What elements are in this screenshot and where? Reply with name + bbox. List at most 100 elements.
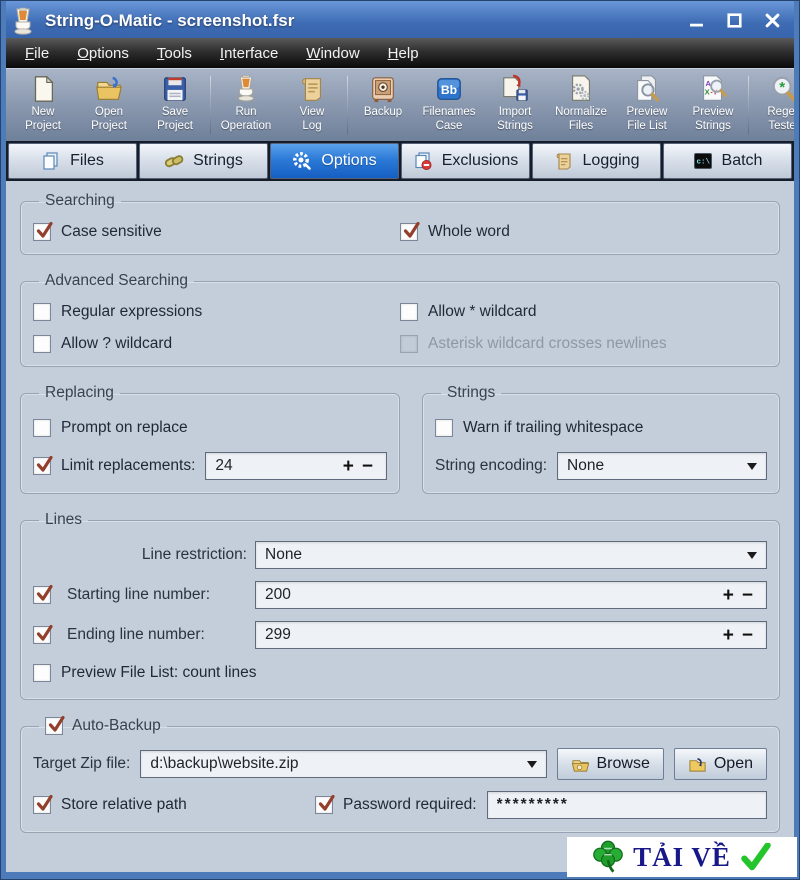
toolbar-new-project[interactable]: New Project xyxy=(10,74,76,134)
toolbar-preview-strings[interactable]: A X -Y Preview Strings xyxy=(680,74,746,134)
check-icon xyxy=(403,221,420,238)
checkbox-case-sensitive[interactable]: Case sensitive xyxy=(33,221,400,241)
browse-button[interactable]: Browse xyxy=(556,748,664,780)
toolbar-view-log[interactable]: View Log xyxy=(279,74,345,134)
starting-line-input[interactable]: 200 + − xyxy=(255,581,767,609)
run-operation-icon xyxy=(238,75,254,102)
tab-files[interactable]: Files xyxy=(8,143,137,179)
checkbox-allow-question-wildcard[interactable]: Allow ? wildcard xyxy=(33,335,400,353)
checkbox-box[interactable] xyxy=(33,419,51,437)
maximize-icon xyxy=(726,13,742,28)
preview-strings-icon: A X -Y xyxy=(703,75,727,101)
tab-options[interactable]: Options xyxy=(270,143,399,179)
decrement-button[interactable]: − xyxy=(738,586,757,605)
checkbox-box[interactable] xyxy=(33,664,51,682)
toolbar-backup[interactable]: Backup xyxy=(350,74,416,119)
toolbar-open-project[interactable]: Open Project xyxy=(76,74,142,134)
group-title: Advanced Searching xyxy=(45,272,189,289)
target-zip-label: Target Zip file: xyxy=(33,755,131,772)
increment-button[interactable]: + xyxy=(339,457,358,476)
toolbar-normalize-files[interactable]: Normalize Files xyxy=(548,74,614,134)
group-title: Replacing xyxy=(45,384,114,401)
tab-label: Exclusions xyxy=(441,152,519,169)
clover-icon xyxy=(593,840,623,873)
import-strings-icon xyxy=(503,74,528,101)
checkbox-box[interactable] xyxy=(315,794,335,814)
checkbox-whole-word[interactable]: Whole word xyxy=(400,221,767,241)
toolbar-import-strings[interactable]: Import Strings xyxy=(482,74,548,134)
tab-exclusions[interactable]: Exclusions xyxy=(401,143,530,179)
download-watermark: TẢI VỀ xyxy=(567,837,797,877)
svg-text:Bb: Bb xyxy=(441,83,457,97)
checkbox-box[interactable] xyxy=(33,794,53,814)
decrement-button[interactable]: − xyxy=(738,626,757,645)
close-button[interactable] xyxy=(764,13,780,29)
toolbar-filenames-case[interactable]: Bb Filenames Case xyxy=(416,74,482,134)
menu-file[interactable]: File xyxy=(12,41,62,66)
new-project-icon xyxy=(34,75,54,102)
checkbox-box[interactable] xyxy=(33,335,51,353)
checkbox-box[interactable] xyxy=(33,455,53,475)
checkbox-box[interactable] xyxy=(33,303,51,321)
console-icon: c:\ xyxy=(693,153,712,169)
checkbox-store-relative-path[interactable]: Store relative path xyxy=(33,794,305,814)
ending-line-input[interactable]: 299 + − xyxy=(255,621,767,649)
checkbox-warn-trailing-whitespace[interactable]: Warn if trailing whitespace xyxy=(435,419,643,437)
open-button[interactable]: Open xyxy=(673,748,767,780)
minimize-button[interactable] xyxy=(688,13,704,29)
chain-link-icon xyxy=(164,155,184,168)
chevron-down-icon xyxy=(747,551,757,559)
log-scroll-icon xyxy=(556,153,571,170)
toolbar-run-operation[interactable]: Run Operation xyxy=(213,74,279,134)
window-controls xyxy=(688,13,780,29)
chevron-down-icon xyxy=(747,462,757,470)
checkbox-prompt-on-replace[interactable]: Prompt on replace xyxy=(33,419,188,437)
checkbox-box[interactable] xyxy=(33,221,53,241)
tab-bar: Files Strings Options Exclusions Logging… xyxy=(6,141,794,181)
menu-bar: File Options Tools Interface Window Help xyxy=(6,38,794,68)
password-input[interactable]: ********* xyxy=(486,791,767,819)
target-zip-combobox[interactable]: d:\backup\website.zip xyxy=(140,750,547,778)
toolbar-save-project[interactable]: Save Project xyxy=(142,74,208,134)
checkbox-box[interactable] xyxy=(400,221,420,241)
filenames-case-icon: Bb xyxy=(437,78,461,100)
increment-button[interactable]: + xyxy=(719,586,738,605)
menu-interface[interactable]: Interface xyxy=(207,41,291,66)
menu-help[interactable]: Help xyxy=(375,41,432,66)
group-replacing: Replacing Prompt on replace Limit replac… xyxy=(20,384,400,494)
checkbox-password-required[interactable]: Password required: xyxy=(315,794,477,814)
checkbox-starting-line[interactable] xyxy=(33,584,53,604)
decrement-button[interactable]: − xyxy=(358,457,377,476)
browse-folder-icon xyxy=(571,759,589,772)
string-encoding-select[interactable]: None xyxy=(557,452,767,480)
starting-line-label: Starting line number: xyxy=(67,586,211,603)
checkbox-regular-expressions[interactable]: Regular expressions xyxy=(33,303,400,321)
group-title: Searching xyxy=(45,192,115,209)
checkbox-box[interactable] xyxy=(435,419,453,437)
chevron-down-icon xyxy=(526,760,537,768)
menu-options[interactable]: Options xyxy=(64,41,142,66)
toolbar-regex-tester[interactable]: * Regex Tester xyxy=(751,74,794,134)
maximize-button[interactable] xyxy=(726,13,742,29)
blender-app-icon xyxy=(14,7,32,35)
menu-tools[interactable]: Tools xyxy=(144,41,205,66)
increment-button[interactable]: + xyxy=(719,626,738,645)
tab-batch[interactable]: c:\ Batch xyxy=(663,143,792,179)
checkbox-preview-count-lines[interactable]: Preview File List: count lines xyxy=(33,664,257,682)
checkbox-auto-backup[interactable] xyxy=(45,715,65,735)
close-icon xyxy=(765,13,779,28)
backup-icon xyxy=(372,77,394,103)
line-restriction-select[interactable]: None xyxy=(255,541,767,569)
tab-logging[interactable]: Logging xyxy=(532,143,661,179)
checkbox-box[interactable] xyxy=(400,303,418,321)
menu-window[interactable]: Window xyxy=(293,41,372,66)
checkbox-limit-replacements[interactable]: Limit replacements: xyxy=(33,455,195,475)
tab-label: Options xyxy=(321,152,377,169)
exclusions-icon xyxy=(415,152,432,170)
limit-replacements-input[interactable]: 24 + − xyxy=(205,452,387,480)
password-value: ********* xyxy=(496,796,569,813)
checkbox-ending-line[interactable] xyxy=(33,624,53,644)
toolbar-preview-file-list[interactable]: Preview File List xyxy=(614,74,680,134)
tab-strings[interactable]: Strings xyxy=(139,143,268,179)
checkbox-allow-star-wildcard[interactable]: Allow * wildcard xyxy=(400,303,767,321)
